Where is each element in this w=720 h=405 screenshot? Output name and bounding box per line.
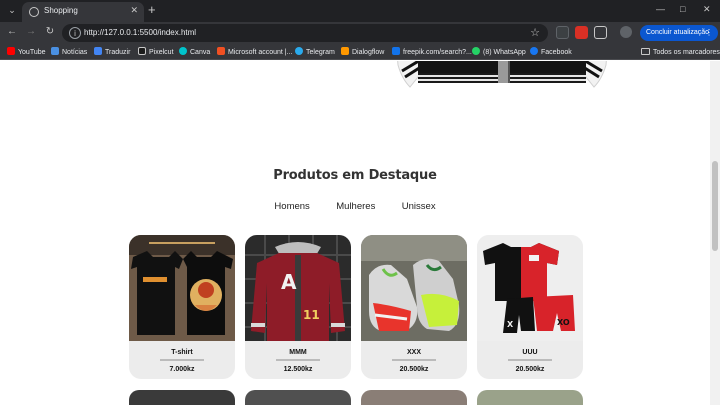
- filter-unissex[interactable]: Unissex: [402, 201, 436, 212]
- bookmark-label: freepik.com/search?...: [403, 49, 472, 56]
- reload-icon[interactable]: ↻: [43, 25, 57, 39]
- product-card-next-2[interactable]: [245, 390, 351, 405]
- product-price: 12.500kz: [283, 366, 313, 373]
- bookmark-star-icon[interactable]: ☆: [530, 26, 540, 39]
- close-window-icon[interactable]: ✕: [703, 4, 711, 15]
- bookmark-microsoft[interactable]: Microsoft account |...: [217, 47, 292, 58]
- product-price: 7.000kz: [169, 366, 195, 373]
- tab-shopping[interactable]: Shopping ✕: [22, 2, 144, 22]
- hero-jacket-image: [397, 61, 607, 88]
- bookmark-freepik[interactable]: freepik.com/search?...: [392, 47, 472, 58]
- bookmark-dialogflow[interactable]: Dialogflow: [341, 47, 384, 58]
- product-price: 20.500kz: [515, 366, 545, 373]
- tab-search-icon[interactable]: ⌄: [5, 3, 19, 17]
- bookmark-facebook[interactable]: Facebook: [530, 47, 572, 58]
- globe-icon: [29, 7, 39, 17]
- folder-icon: [641, 48, 650, 55]
- svg-text:A: A: [281, 270, 297, 294]
- canva-icon: [179, 47, 187, 55]
- bookmark-youtube[interactable]: YouTube: [7, 47, 46, 58]
- bookmark-whatsapp[interactable]: (8) WhatsApp: [472, 47, 526, 58]
- whatsapp-icon: [472, 47, 480, 55]
- tab-title: Shopping: [44, 6, 78, 15]
- bookmark-canva[interactable]: Canva: [179, 47, 210, 58]
- bookmark-noticias[interactable]: Notícias: [51, 47, 87, 58]
- product-price: 20.500kz: [399, 366, 429, 373]
- bookmark-label: Traduzir: [105, 49, 131, 56]
- section-title: Produtos em Destaque: [273, 168, 437, 183]
- all-bookmarks-folder[interactable]: Todos os marcadores: [641, 47, 720, 58]
- filter-mulheres[interactable]: Mulheres: [336, 201, 375, 212]
- bookmarks-folder-label: Todos os marcadores: [653, 49, 720, 56]
- category-filters: Homens Mulheres Unissex: [0, 196, 710, 214]
- scrollbar-thumb[interactable]: [712, 161, 718, 251]
- new-tab-button[interactable]: +: [148, 2, 156, 18]
- youtube-icon: [7, 47, 15, 55]
- bookmark-label: Canva: [190, 49, 211, 56]
- translate-icon: [94, 47, 102, 55]
- extensions-puzzle-icon[interactable]: [594, 26, 607, 39]
- more-menu-icon[interactable]: ⋮: [705, 25, 713, 41]
- product-image-tshirt: [129, 235, 235, 341]
- bookmark-label: Pixelcut: [149, 49, 174, 56]
- minimize-icon[interactable]: —: [656, 4, 665, 14]
- pixelcut-icon: [138, 47, 146, 55]
- dialogflow-icon: [341, 47, 349, 55]
- product-card-next-4[interactable]: [477, 390, 583, 405]
- svg-text:11: 11: [303, 308, 320, 322]
- product-divider: [392, 359, 436, 361]
- address-bar[interactable]: i http://127.0.0.1:5500/index.html ☆: [62, 24, 548, 42]
- bookmark-label: Notícias: [62, 49, 88, 56]
- svg-text:XO: XO: [557, 318, 570, 327]
- svg-text:X: X: [507, 320, 514, 329]
- product-name: UUU: [522, 349, 538, 356]
- extension-pin-icon[interactable]: [556, 26, 569, 39]
- bookmark-label: YouTube: [18, 49, 46, 56]
- product-card-next-1[interactable]: [129, 390, 235, 405]
- product-divider: [508, 359, 552, 361]
- site-info-icon[interactable]: i: [69, 27, 81, 39]
- product-name: MMM: [289, 349, 307, 356]
- back-icon[interactable]: ←: [5, 25, 19, 39]
- profile-avatar-icon[interactable]: [620, 26, 632, 38]
- bookmark-label: Facebook: [541, 49, 572, 56]
- update-button-label: Concluir atualização: [646, 29, 710, 36]
- product-divider: [276, 359, 320, 361]
- freepik-icon: [392, 47, 400, 55]
- product-image-mmm: A 11: [245, 235, 351, 341]
- bookmarks-bar: YouTube Notícias Traduzir Pixelcut Canva…: [0, 44, 720, 60]
- page-scrollbar[interactable]: [710, 61, 720, 405]
- tab-strip: ⌄ Shopping ✕ + — □ ✕: [0, 0, 720, 22]
- extension-adblock-icon[interactable]: [575, 26, 588, 39]
- product-divider: [160, 359, 204, 361]
- update-button[interactable]: Concluir atualização ⋮: [640, 25, 718, 41]
- news-icon: [51, 47, 59, 55]
- product-card-xxx[interactable]: XXX 20.500kz: [361, 235, 467, 379]
- product-card-tshirt[interactable]: T-shirt 7.000kz: [129, 235, 235, 379]
- microsoft-icon: [217, 47, 225, 55]
- filter-homens[interactable]: Homens: [274, 201, 309, 212]
- close-tab-icon[interactable]: ✕: [130, 5, 138, 16]
- product-card-next-3[interactable]: [361, 390, 467, 405]
- url-text[interactable]: http://127.0.0.1:5500/index.html: [84, 28, 196, 37]
- bookmark-telegram[interactable]: Telegram: [295, 47, 335, 58]
- product-name: XXX: [406, 349, 421, 356]
- bookmark-traduzir[interactable]: Traduzir: [94, 47, 130, 58]
- maximize-icon[interactable]: □: [680, 4, 685, 14]
- browser-toolbar: ← → ↻ i http://127.0.0.1:5500/index.html…: [0, 22, 720, 44]
- product-card-uuu[interactable]: X XO UUU 20.500kz: [477, 235, 583, 379]
- page-viewport: Produtos em Destaque Homens Mulheres Uni…: [0, 61, 710, 405]
- forward-icon[interactable]: →: [24, 25, 38, 39]
- product-image-xxx: [361, 235, 467, 341]
- bookmark-label: Microsoft account |...: [228, 49, 293, 56]
- product-image-uuu: X XO: [477, 235, 583, 341]
- facebook-icon: [530, 47, 538, 55]
- bookmark-label: Telegram: [306, 49, 335, 56]
- bookmark-label: (8) WhatsApp: [483, 49, 526, 56]
- telegram-icon: [295, 47, 303, 55]
- product-name: T-shirt: [171, 349, 193, 356]
- product-card-mmm[interactable]: A 11 MMM 12.500kz: [245, 235, 351, 379]
- bookmark-label: Dialogflow: [352, 49, 385, 56]
- bookmark-pixelcut[interactable]: Pixelcut: [138, 47, 174, 58]
